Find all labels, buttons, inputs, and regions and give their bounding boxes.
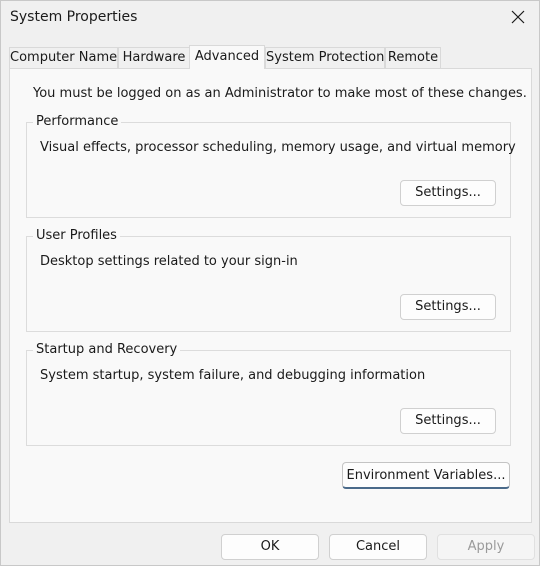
advanced-tab-panel: You must be logged on as an Administrato…: [9, 68, 532, 523]
tab-system-protection[interactable]: System Protection: [265, 47, 385, 68]
environment-variables-button[interactable]: Environment Variables...: [342, 462, 510, 489]
cancel-button[interactable]: Cancel: [329, 534, 427, 560]
startup-recovery-group: Startup and Recovery System startup, sys…: [26, 342, 511, 446]
window-title: System Properties: [10, 9, 138, 25]
admin-notice: You must be logged on as an Administrato…: [33, 86, 527, 101]
user-profiles-group-title: User Profiles: [33, 228, 120, 243]
title-bar: System Properties: [1, 1, 539, 35]
performance-group-title: Performance: [33, 114, 122, 129]
ok-button[interactable]: OK: [221, 534, 319, 560]
user-profiles-description: Desktop settings related to your sign-in: [40, 254, 298, 269]
system-properties-dialog: System Properties Computer Name Hardware…: [0, 0, 540, 566]
apply-button[interactable]: Apply: [437, 534, 535, 560]
tab-hardware[interactable]: Hardware: [118, 47, 190, 68]
tab-advanced[interactable]: Advanced: [189, 45, 265, 69]
user-profiles-group: User Profiles Desktop settings related t…: [26, 228, 511, 332]
close-icon: [511, 10, 525, 24]
startup-recovery-description: System startup, system failure, and debu…: [40, 368, 426, 383]
startup-recovery-settings-button[interactable]: Settings...: [400, 408, 496, 434]
tab-remote[interactable]: Remote: [385, 47, 441, 68]
performance-description: Visual effects, processor scheduling, me…: [40, 140, 516, 155]
performance-settings-button[interactable]: Settings...: [400, 180, 496, 206]
close-button[interactable]: [502, 2, 534, 32]
startup-recovery-group-title: Startup and Recovery: [33, 342, 181, 357]
tab-computer-name[interactable]: Computer Name: [9, 47, 118, 68]
performance-group: Performance Visual effects, processor sc…: [26, 114, 516, 218]
user-profiles-settings-button[interactable]: Settings...: [400, 294, 496, 320]
